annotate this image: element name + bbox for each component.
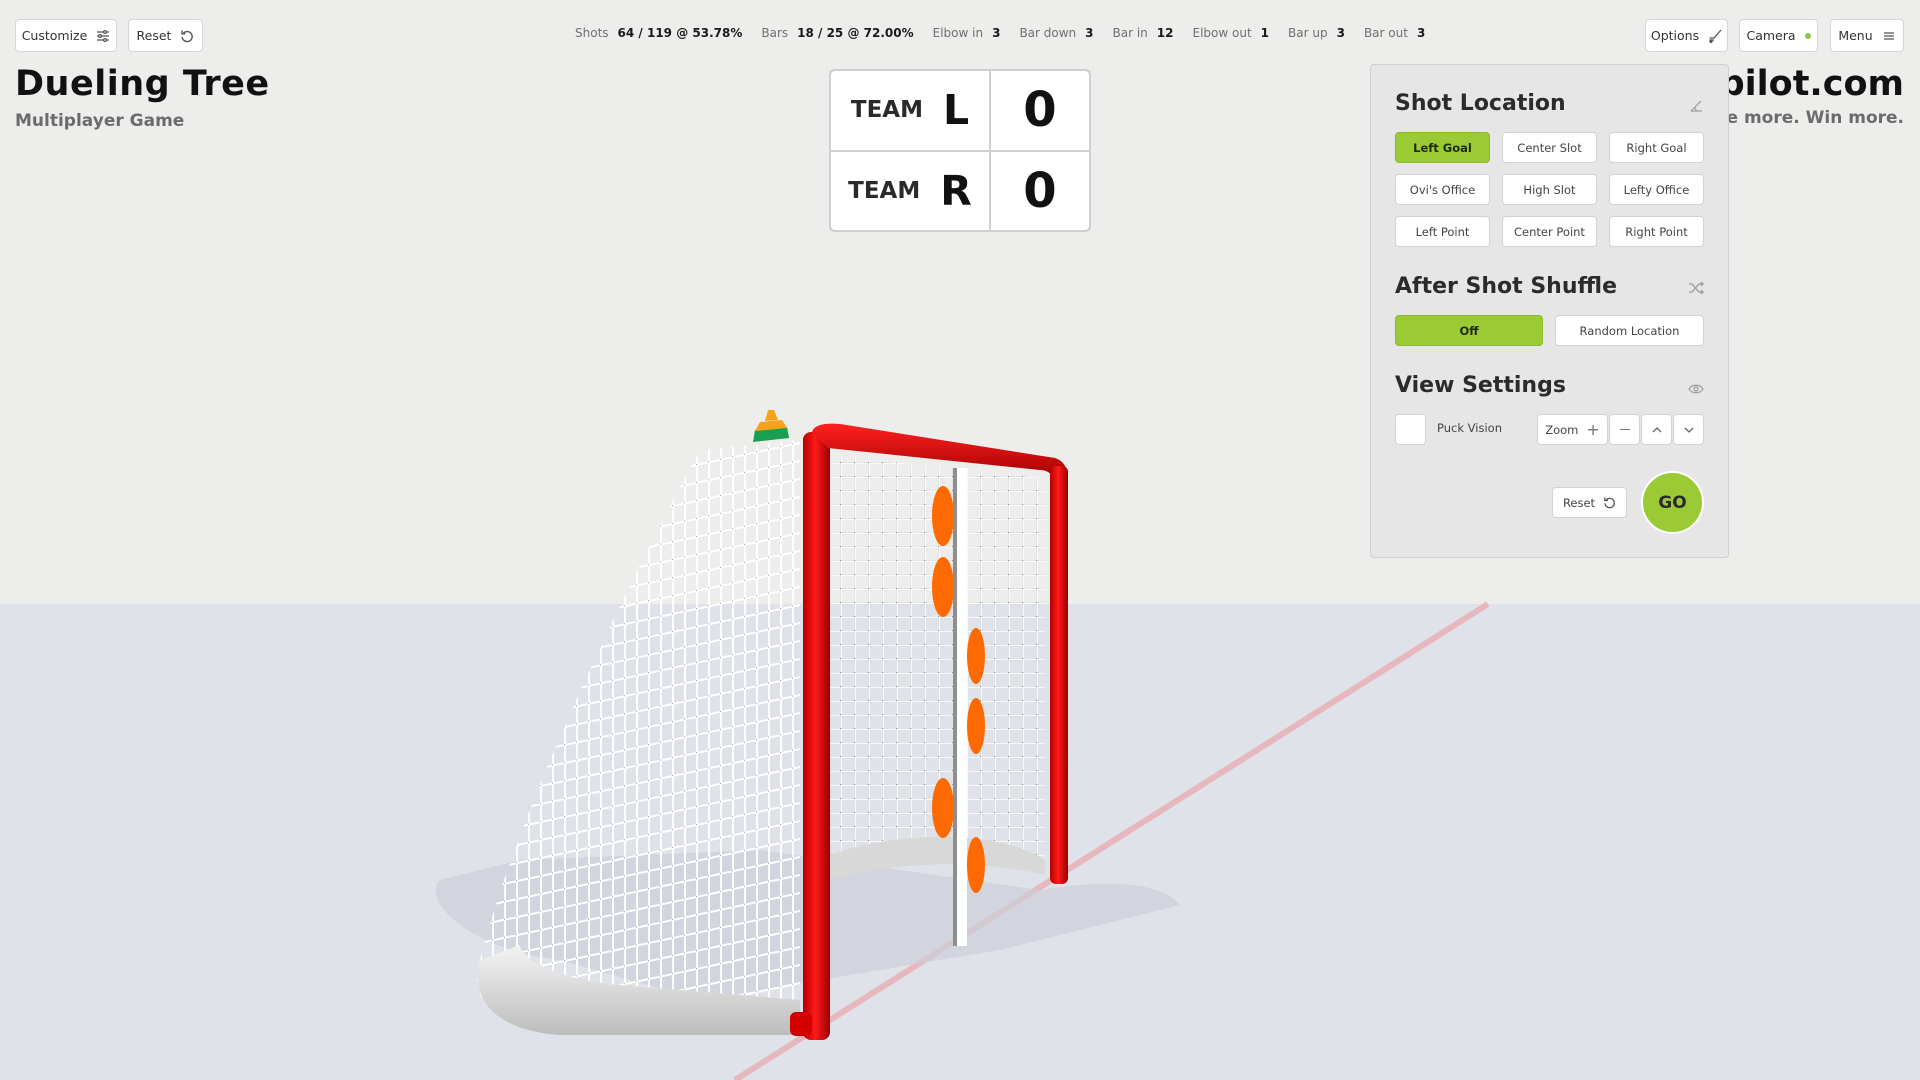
score-row-team-r: TEAM R 0 bbox=[831, 151, 1089, 230]
shot-location-high-slot[interactable]: High Slot bbox=[1502, 174, 1597, 205]
after-shot-shuffle-title: After Shot Shuffle bbox=[1395, 274, 1617, 299]
zoom-in-button[interactable]: Zoom + bbox=[1537, 414, 1608, 445]
camera-status-dot bbox=[1804, 32, 1811, 39]
shuffle-off-button[interactable]: Off bbox=[1395, 315, 1543, 346]
shuffle-icon bbox=[1689, 281, 1704, 295]
reset-view-button[interactable]: Reset bbox=[128, 19, 203, 52]
stats-bar: Shots 64 / 119 @ 53.78% Bars 18 / 25 @ 72.… bbox=[575, 26, 1425, 40]
shuffle-random-location-button[interactable]: Random Location bbox=[1555, 315, 1704, 346]
puck-vision-label: Puck Vision bbox=[1437, 421, 1502, 435]
customize-button[interactable]: Customize bbox=[15, 19, 117, 52]
menu-label: Menu bbox=[1838, 28, 1873, 43]
shot-location-left-point[interactable]: Left Point bbox=[1395, 216, 1490, 247]
zoom-label: Zoom bbox=[1545, 422, 1579, 437]
water-bottle bbox=[753, 410, 789, 442]
page-subtitle: Multiplayer Game bbox=[15, 111, 185, 131]
stat-elbow-in: Elbow in 3 bbox=[932, 26, 1001, 40]
rotate-ccw-icon bbox=[181, 30, 194, 42]
left-post-foot bbox=[790, 1012, 812, 1036]
minus-icon bbox=[1619, 429, 1630, 430]
shot-location-center-point[interactable]: Center Point bbox=[1502, 216, 1597, 247]
target-marker bbox=[932, 557, 954, 617]
right-post bbox=[1050, 466, 1068, 884]
stat-elbow-out: Elbow out 1 bbox=[1192, 26, 1270, 40]
score-row-team-l: TEAM L 0 bbox=[831, 71, 1089, 150]
camera-down-button[interactable] bbox=[1673, 414, 1704, 445]
target-marker bbox=[967, 837, 985, 893]
target-marker bbox=[967, 628, 985, 684]
team-score: 0 bbox=[1023, 162, 1057, 219]
shot-location-lefty-office[interactable]: Lefty Office bbox=[1609, 174, 1704, 205]
go-button[interactable]: GO bbox=[1641, 471, 1704, 534]
rotate-ccw-icon bbox=[1604, 497, 1615, 509]
customize-label: Customize bbox=[21, 28, 88, 43]
sliders-icon bbox=[97, 29, 110, 42]
team-word: TEAM bbox=[850, 97, 923, 124]
stat-shots: Shots 64 / 119 @ 53.78% bbox=[575, 26, 743, 40]
view-settings-title: View Settings bbox=[1395, 373, 1566, 398]
eye-icon bbox=[1688, 384, 1704, 394]
team-word: TEAM bbox=[848, 177, 921, 204]
shot-location-ovis-office[interactable]: Ovi's Office bbox=[1395, 174, 1490, 205]
reset-label: Reset bbox=[136, 28, 172, 43]
page-title: Dueling Tree bbox=[15, 64, 270, 104]
settings-panel: Shot Location Left Goal Center Slot Righ… bbox=[1370, 64, 1729, 558]
team-letter: L bbox=[942, 86, 970, 135]
stat-bar-up: Bar up 3 bbox=[1288, 26, 1345, 40]
panel-reset-label: Reset bbox=[1562, 495, 1596, 510]
stat-bar-out: Bar out 3 bbox=[1363, 26, 1426, 40]
chevron-up-icon bbox=[1652, 426, 1661, 432]
shot-location-title: Shot Location bbox=[1395, 91, 1566, 116]
hamburger-icon bbox=[1883, 31, 1894, 40]
options-button[interactable]: Options bbox=[1645, 19, 1728, 52]
left-post bbox=[803, 432, 830, 1040]
team-letter: R bbox=[940, 166, 972, 215]
chevron-down-icon bbox=[1684, 427, 1693, 433]
shot-location-center-slot[interactable]: Center Slot bbox=[1502, 132, 1597, 163]
plus-icon: + bbox=[1586, 420, 1600, 439]
camera-button[interactable]: Camera bbox=[1739, 19, 1818, 52]
menu-button[interactable]: Menu bbox=[1830, 19, 1904, 52]
scoreboard: TEAM L 0 TEAM R 0 bbox=[829, 69, 1091, 232]
target-marker bbox=[932, 486, 954, 546]
camera-label: Camera bbox=[1746, 28, 1796, 43]
target-marker bbox=[932, 778, 954, 838]
stat-bar-in: Bar in 12 bbox=[1112, 26, 1174, 40]
hockey-stick-icon bbox=[1709, 29, 1722, 43]
options-label: Options bbox=[1650, 28, 1700, 43]
panel-reset-button[interactable]: Reset bbox=[1552, 487, 1627, 518]
shot-location-right-point[interactable]: Right Point bbox=[1609, 216, 1704, 247]
zoom-out-button[interactable] bbox=[1609, 414, 1640, 445]
team-score: 0 bbox=[1023, 82, 1057, 139]
shot-location-left-goal[interactable]: Left Goal bbox=[1395, 132, 1490, 163]
stat-bar-down: Bar down 3 bbox=[1019, 26, 1094, 40]
shot-location-right-goal[interactable]: Right Goal bbox=[1609, 132, 1704, 163]
camera-up-button[interactable] bbox=[1641, 414, 1672, 445]
angle-icon bbox=[1690, 100, 1702, 112]
puck-vision-checkbox[interactable] bbox=[1395, 414, 1426, 445]
stat-bars: Bars 18 / 25 @ 72.00% bbox=[761, 26, 914, 40]
target-marker bbox=[967, 698, 985, 754]
